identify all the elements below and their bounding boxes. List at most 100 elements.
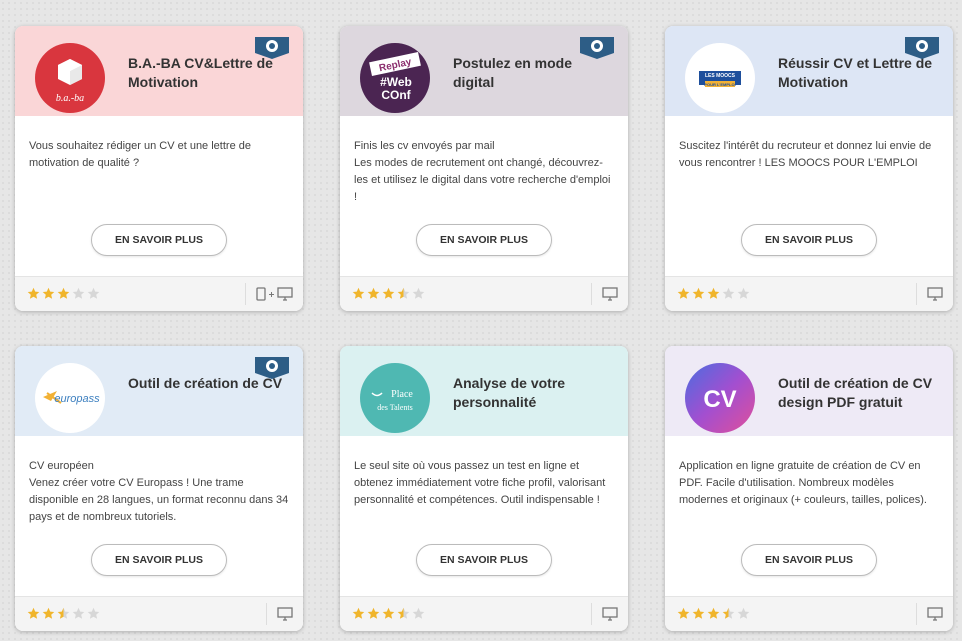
star-icon [397,607,410,619]
star-icon [722,287,735,299]
star-icon [27,287,40,299]
star-icon [57,287,70,299]
desktop-icon [602,287,618,301]
star-rating [677,287,750,300]
card-header: Place des Talents Analyse de votre perso… [340,346,628,436]
star-icon [27,607,40,619]
star-icon [42,287,55,299]
resource-card[interactable]: Replay #Web COnf Postulez en mode digita… [340,26,628,311]
star-icon [367,287,380,299]
card-description: CV européen Venez créer votre CV Europas… [29,460,289,523]
card-logo: europass [35,363,105,433]
star-icon [707,287,720,299]
svg-text:europass: europass [54,393,100,405]
learn-more-button[interactable]: EN SAVOIR PLUS [416,224,552,256]
moocs-logo-icon: LES MOOCS POUR L'EMPLOI [699,71,741,87]
mobile-icon [256,287,266,301]
svg-text:Replay: Replay [378,57,413,75]
star-rating [27,287,100,300]
star-icon [677,607,690,619]
device-icons [591,603,628,625]
card-title: Analyse de votre personnalité [453,375,566,410]
svg-text:Place: Place [391,389,413,400]
learn-more-button[interactable]: EN SAVOIR PLUS [741,224,877,256]
card-description: Suscitez l'intérêt du recruteur et donne… [679,140,932,169]
learn-more-button[interactable]: EN SAVOIR PLUS [91,224,227,256]
svg-text:POUR L'EMPLOI: POUR L'EMPLOI [704,82,735,87]
place-des-talents-logo-icon: Place des Talents [371,389,413,412]
learn-more-button[interactable]: EN SAVOIR PLUS [741,544,877,576]
star-rating [27,607,100,620]
star-icon [412,607,425,619]
resource-card[interactable]: LES MOOCS POUR L'EMPLOI Réussir CV et Le… [665,26,953,311]
svg-text:des Talents: des Talents [377,403,413,412]
star-icon [737,287,750,299]
card-footer [665,276,953,311]
card-footer [665,596,953,631]
card-logo: Replay #Web COnf [360,43,430,113]
resource-card[interactable]: b.a.-ba B.A.-BA CV&Lettre de Motivation … [15,26,303,311]
desktop-icon [927,287,943,301]
desktop-icon [277,607,293,621]
star-icon [412,287,425,299]
card-footer [15,276,303,311]
star-rating [677,607,750,620]
device-icons [916,283,953,305]
cv-design-logo-icon: CV [703,386,736,413]
star-rating [352,287,425,300]
learn-more-button[interactable]: EN SAVOIR PLUS [91,544,227,576]
star-icon [72,607,85,619]
star-icon [382,607,395,619]
learn-more-button[interactable]: EN SAVOIR PLUS [416,544,552,576]
card-logo: b.a.-ba [35,43,105,113]
device-icons [591,283,628,305]
star-icon [352,607,365,619]
webconf-logo-icon: Replay #Web COnf [369,51,421,102]
svg-text:LES MOOCS: LES MOOCS [705,73,736,79]
card-description: Le seul site où vous passez un test en l… [354,460,606,506]
badge-icon [255,357,289,379]
card-description: Application en ligne gratuite de créatio… [679,460,927,506]
badge-icon [255,37,289,59]
card-header: CV Outil de création de CV design PDF gr… [665,346,953,436]
device-icons [266,603,303,625]
star-icon [87,607,100,619]
star-icon [87,287,100,299]
star-icon [707,607,720,619]
resource-card[interactable]: CV Outil de création de CV design PDF gr… [665,346,953,631]
europass-logo-icon: europass [43,391,100,405]
card-description: Finis les cv envoyés par mail Les modes … [354,140,611,203]
star-icon [42,607,55,619]
desktop-icon [927,607,943,621]
svg-text:COnf: COnf [381,88,411,102]
star-rating [352,607,425,620]
badge-icon [580,37,614,59]
desktop-icon [277,287,293,301]
card-logo: LES MOOCS POUR L'EMPLOI [685,43,755,113]
plus-icon [269,291,274,297]
card-logo: CV [685,363,755,433]
card-logo: Place des Talents [360,363,430,433]
card-title: Outil de création de CV design PDF gratu… [778,375,933,410]
card-footer [340,596,628,631]
star-icon [367,607,380,619]
device-icons [245,283,303,305]
star-icon [722,607,735,619]
card-footer [15,596,303,631]
star-icon [677,287,690,299]
card-description: Vous souhaitez rédiger un CV et une lett… [29,140,251,169]
resource-card[interactable]: Place des Talents Analyse de votre perso… [340,346,628,631]
star-icon [737,607,750,619]
star-icon [692,287,705,299]
svg-text:#Web: #Web [380,75,412,89]
star-icon [382,287,395,299]
star-icon [397,287,410,299]
badge-icon [905,37,939,59]
babaa-logo-icon: b.a.-ba [56,59,84,104]
star-icon [72,287,85,299]
logo-text: b.a.-ba [56,93,84,104]
desktop-icon [602,607,618,621]
resource-card[interactable]: europass Outil de création de CV CV euro… [15,346,303,631]
star-icon [692,607,705,619]
device-icons [916,603,953,625]
